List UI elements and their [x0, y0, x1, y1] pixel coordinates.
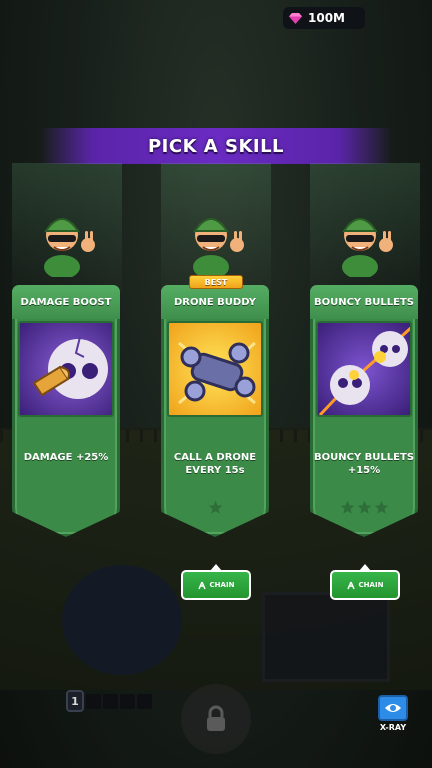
chain-label: CHAIN: [209, 581, 235, 589]
chain-button-bouncy-bullets[interactable]: CHAIN: [330, 564, 400, 600]
title-banner: PICK A SKILL: [40, 128, 392, 164]
xray-button[interactable]: X-RAY: [378, 695, 408, 735]
lock-icon: [207, 705, 225, 731]
soldier-icon: [193, 218, 244, 277]
chain-pointer: [359, 564, 371, 571]
level-slot: [86, 693, 101, 709]
bullet-skull-icon: [18, 321, 114, 417]
locked-slot: [181, 684, 251, 754]
drone-icon: [167, 321, 263, 417]
level-slot: [103, 693, 118, 709]
card-header: BOUNCY BULLETS: [310, 285, 418, 319]
star-icon: [208, 500, 222, 514]
skill-card-bouncy-bullets[interactable]: BOUNCY BULLETS BOUNCY BULLETS +15%: [310, 285, 418, 537]
chain-icon: [346, 581, 355, 589]
skill-name: DRONE BUDDY: [173, 296, 257, 308]
skill-card-drone-buddy[interactable]: DRONE BUDDY CALL A DRONE EVERY 15s: [161, 285, 269, 537]
star-rating: [310, 500, 418, 515]
skill-description: CALL A DRONE EVERY 15s: [173, 452, 257, 476]
skill-description: DAMAGE +25%: [23, 452, 109, 463]
best-badge: BEST: [189, 275, 243, 289]
skill-description: BOUNCY BULLETS +15%: [314, 452, 415, 476]
gem-icon: [289, 12, 302, 24]
star-rating: [161, 500, 269, 515]
star-icon: [374, 500, 388, 514]
eye-icon: [385, 704, 401, 712]
skill-name: DAMAGE BOOST: [20, 296, 112, 308]
soldier-icon: [44, 218, 95, 277]
level-indicator: 1: [66, 690, 152, 712]
card-header: DRONE BUDDY: [161, 285, 269, 319]
level-slot: [120, 693, 135, 709]
level-slot: [137, 693, 152, 709]
chain-button-drone-buddy[interactable]: CHAIN: [181, 564, 251, 600]
star-icon: [357, 500, 371, 514]
gem-counter: 100M: [283, 7, 365, 29]
card-header: DAMAGE BOOST: [12, 285, 120, 319]
level-number: 1: [66, 690, 84, 712]
skill-card-damage-boost[interactable]: DAMAGE BOOST DAMAGE +25%: [12, 285, 120, 537]
xray-label: X-RAY: [379, 723, 407, 732]
skill-name: BOUNCY BULLETS: [313, 296, 414, 308]
page-title: PICK A SKILL: [147, 135, 285, 157]
chain-icon: [197, 581, 206, 589]
chain-label: CHAIN: [358, 581, 384, 589]
gem-amount: 100M: [308, 11, 345, 25]
star-icon: [340, 500, 354, 514]
soldier-icon: [342, 218, 393, 277]
ricochet-skulls-icon: [316, 321, 412, 417]
chain-pointer: [210, 564, 222, 571]
